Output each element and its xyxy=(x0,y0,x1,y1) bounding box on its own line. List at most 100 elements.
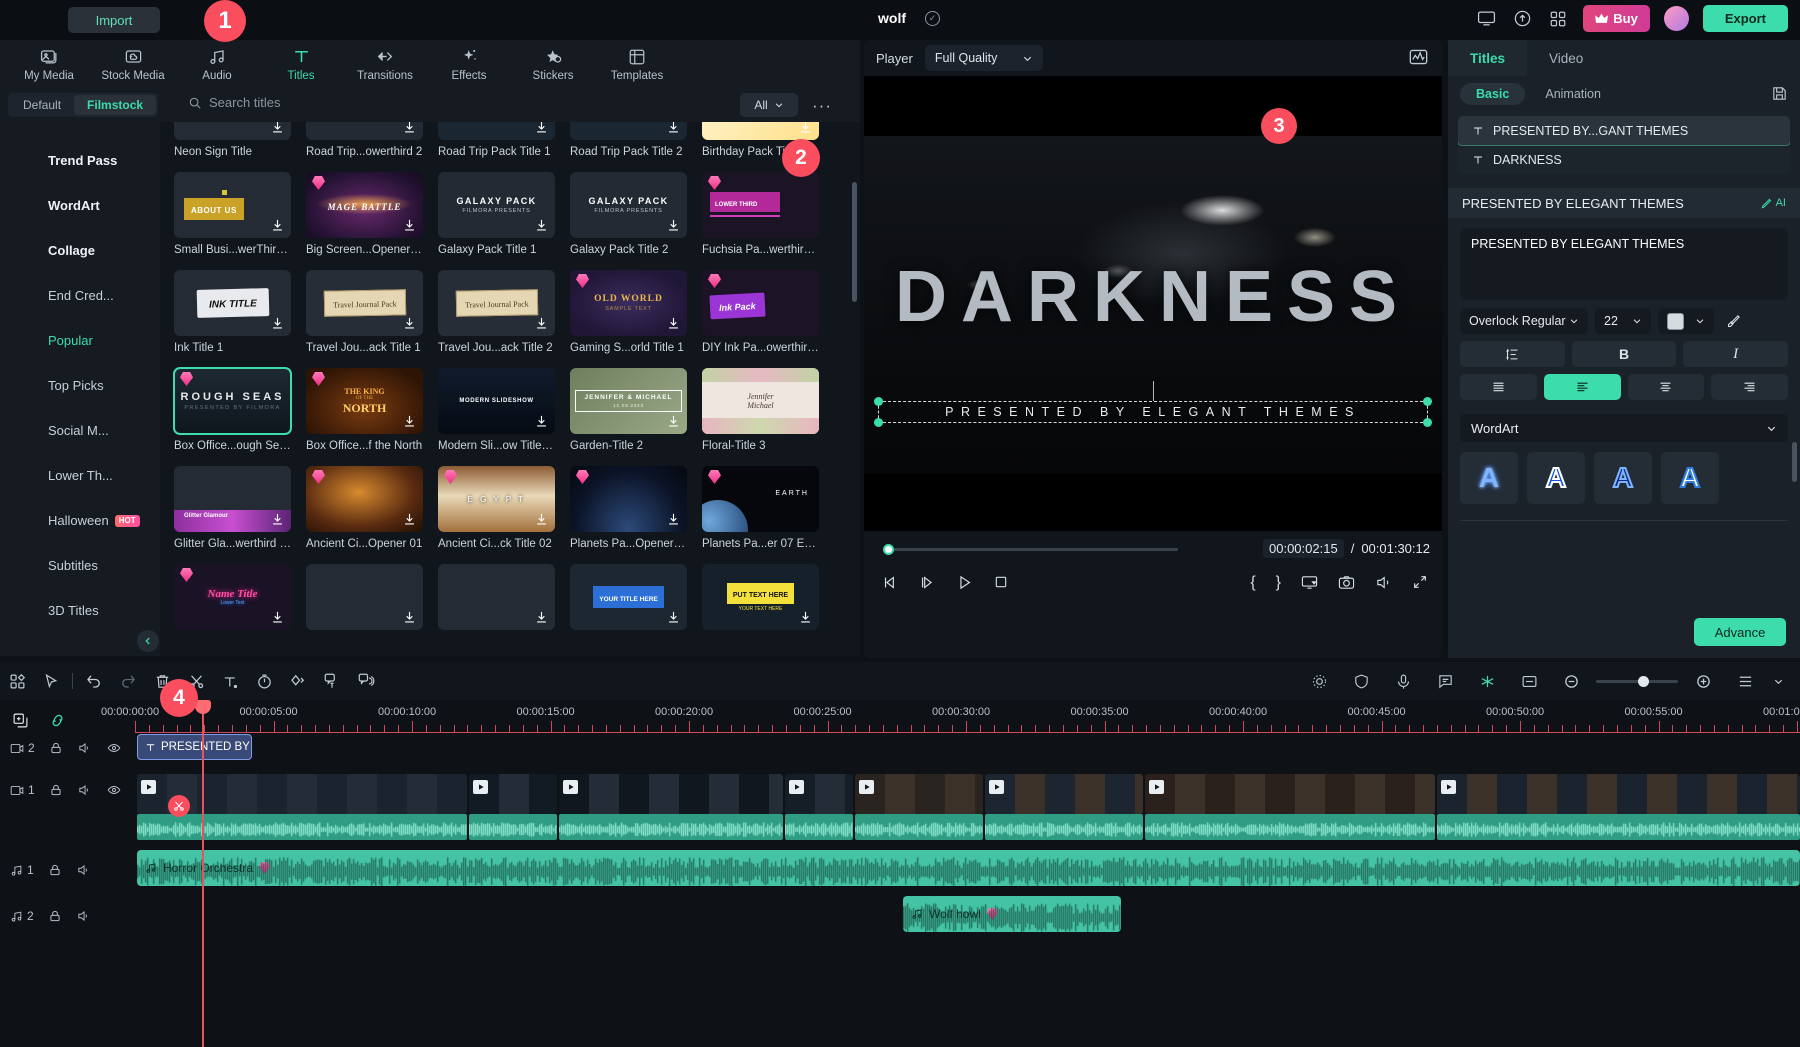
title-card[interactable]: Planets Pa...Opener 01 xyxy=(570,466,687,550)
speaker-icon[interactable] xyxy=(77,783,92,797)
download-icon[interactable] xyxy=(402,610,417,625)
title-thumbnail[interactable]: MODERN SLIDESHOW xyxy=(438,368,555,434)
download-icon[interactable] xyxy=(270,512,285,527)
title-thumbnail[interactable] xyxy=(174,122,291,140)
title-thumbnail[interactable] xyxy=(306,466,423,532)
chevron-down-icon[interactable] xyxy=(1770,662,1786,700)
title-card[interactable]: EARTHPlanets Pa...er 07 Earth xyxy=(702,466,819,550)
monitor-icon[interactable] xyxy=(1475,8,1497,30)
category-3d-titles[interactable]: 3D Titles xyxy=(0,588,160,633)
timeline-video-clip[interactable] xyxy=(559,774,783,814)
download-icon[interactable] xyxy=(666,512,681,527)
title-thumbnail[interactable]: PUT TEXT HEREYOUR TEXT HERE xyxy=(702,564,819,630)
clip-audio-waveform[interactable] xyxy=(1437,814,1800,840)
resize-handle-tl[interactable] xyxy=(874,397,883,406)
cloud-upload-icon[interactable] xyxy=(1511,8,1533,30)
clip-play-icon[interactable] xyxy=(989,780,1004,794)
font-family-dropdown[interactable]: Overlock Regular xyxy=(1460,308,1588,334)
title-card[interactable] xyxy=(306,564,423,636)
title-thumbnail[interactable]: LOWER THIRD xyxy=(702,172,819,238)
title-card[interactable]: LOWER THIRDFuchsia Pa...werthird 2 xyxy=(702,172,819,256)
title-card[interactable]: MAGE BATTLEBig Screen...Opener 11 xyxy=(306,172,423,256)
download-icon[interactable] xyxy=(666,414,681,429)
download-icon[interactable] xyxy=(402,316,417,331)
title-card[interactable]: Name TitleLower Text xyxy=(174,564,291,636)
wordart-preset-4[interactable]: A xyxy=(1661,452,1719,504)
lock-icon[interactable] xyxy=(49,783,63,797)
download-icon[interactable] xyxy=(534,316,549,331)
clip-audio-waveform[interactable] xyxy=(855,814,983,840)
title-thumbnail[interactable]: E G Y P T xyxy=(438,466,555,532)
title-card[interactable]: MODERN SLIDESHOWModern Sli...ow Title 10 xyxy=(438,368,555,452)
title-card[interactable] xyxy=(438,564,555,636)
pill-basic[interactable]: Basic xyxy=(1460,83,1525,105)
download-icon[interactable] xyxy=(534,610,549,625)
clip-play-icon[interactable] xyxy=(563,780,578,794)
speaker-icon[interactable] xyxy=(76,909,91,923)
advance-button[interactable]: Advance xyxy=(1694,618,1786,646)
selected-text-box[interactable]: PRESENTED BY ELEGANT THEMES xyxy=(878,401,1428,423)
tab-titles[interactable]: Titles xyxy=(1448,40,1527,76)
play-icon[interactable] xyxy=(956,574,973,591)
download-icon[interactable] xyxy=(666,316,681,331)
clip-play-icon[interactable] xyxy=(1149,780,1164,794)
speaker-icon[interactable] xyxy=(76,863,91,877)
clip-audio-waveform[interactable] xyxy=(559,814,783,840)
category-end-credits[interactable]: End Cred... xyxy=(0,273,160,318)
download-icon[interactable] xyxy=(798,122,813,135)
title-card[interactable]: Travel Journal PackTravel Jou...ack Titl… xyxy=(438,270,555,354)
nav-audio[interactable]: Audio xyxy=(178,47,256,82)
title-card[interactable]: Ink PackDIY Ink Pa...owerthird 2 xyxy=(702,270,819,354)
title-thumbnail[interactable] xyxy=(702,122,819,140)
download-icon[interactable] xyxy=(666,610,681,625)
snapshot-icon[interactable] xyxy=(1338,574,1355,592)
search-input[interactable]: Search titles xyxy=(188,95,281,110)
ai-pen-icon[interactable]: AI xyxy=(1760,196,1786,210)
line-spacing-icon[interactable] xyxy=(1460,341,1565,367)
timeline-video-clip[interactable] xyxy=(469,774,557,814)
title-card[interactable]: JenniferMichaelFloral-Title 3 xyxy=(702,368,819,452)
font-size-dropdown[interactable]: 22 xyxy=(1595,308,1651,334)
title-card[interactable]: PUT TEXT HEREYOUR TEXT HERE xyxy=(702,564,819,636)
download-icon[interactable] xyxy=(402,512,417,527)
wordart-dropdown[interactable]: WordArt xyxy=(1460,414,1788,442)
auto-caption-icon[interactable] xyxy=(315,662,349,700)
buy-button[interactable]: Buy xyxy=(1583,5,1650,32)
current-timecode[interactable]: 00:00:02:15 xyxy=(1263,539,1344,558)
fullscreen-icon[interactable] xyxy=(1412,574,1428,592)
download-icon[interactable] xyxy=(270,316,285,331)
title-thumbnail[interactable]: ROADTRIP PKSUMMER ACTION CAM SET xyxy=(438,122,555,140)
title-thumbnail[interactable]: YOUR TITLE HERE xyxy=(570,564,687,630)
title-thumbnail[interactable]: ROUGH SEASPRESENTED BY FILMORA xyxy=(174,368,291,434)
layer-item-darkness[interactable]: DARKNESS xyxy=(1458,145,1790,174)
download-icon[interactable] xyxy=(270,218,285,233)
title-card[interactable]: JENNIFER & MICHAEL12.08.2023Garden-Title… xyxy=(570,368,687,452)
title-card[interactable]: ROADTRIP PKSUMMER ACTION CAM SETRoad Tri… xyxy=(438,122,555,158)
timeline-text-clip[interactable]: PRESENTED BY xyxy=(137,734,252,760)
title-thumbnail[interactable]: Travel Journal Pack xyxy=(306,270,423,336)
title-card[interactable]: Glitter GlamourGlitter Gla...werthird 01 xyxy=(174,466,291,550)
title-card[interactable]: OLD WORLDSAMPLE TEXTGaming S...orld Titl… xyxy=(570,270,687,354)
speed-icon[interactable] xyxy=(247,662,281,700)
mark-in-icon[interactable]: { xyxy=(1250,574,1255,592)
avatar[interactable] xyxy=(1664,6,1689,31)
title-thumbnail[interactable]: INK TITLE xyxy=(174,270,291,336)
undo-icon[interactable] xyxy=(77,662,111,700)
title-thumbnail[interactable]: THE KINGOF THENORTH xyxy=(306,368,423,434)
track-menu-icon[interactable] xyxy=(1728,662,1762,700)
stop-icon[interactable] xyxy=(993,574,1009,591)
title-thumbnail[interactable]: JenniferMichael xyxy=(702,368,819,434)
layer-item-presented-by[interactable]: PRESENTED BY...GANT THEMES xyxy=(1458,116,1790,145)
download-icon[interactable] xyxy=(798,610,813,625)
category-collage[interactable]: Collage xyxy=(0,228,160,273)
timeline-video-clip[interactable] xyxy=(855,774,983,814)
waveform-icon[interactable] xyxy=(1408,48,1430,68)
keyframe-icon[interactable] xyxy=(281,662,315,700)
title-thumbnail[interactable]: EARTH xyxy=(702,466,819,532)
align-justify-icon[interactable] xyxy=(1460,374,1537,400)
tab-video[interactable]: Video xyxy=(1527,40,1605,76)
clip-audio-waveform[interactable] xyxy=(985,814,1143,840)
title-thumbnail[interactable] xyxy=(306,564,423,630)
title-card[interactable]: GALAXY PACKFILMORA PRESENTSGalaxy Pack T… xyxy=(438,172,555,256)
wordart-preset-2[interactable]: A xyxy=(1527,452,1585,504)
